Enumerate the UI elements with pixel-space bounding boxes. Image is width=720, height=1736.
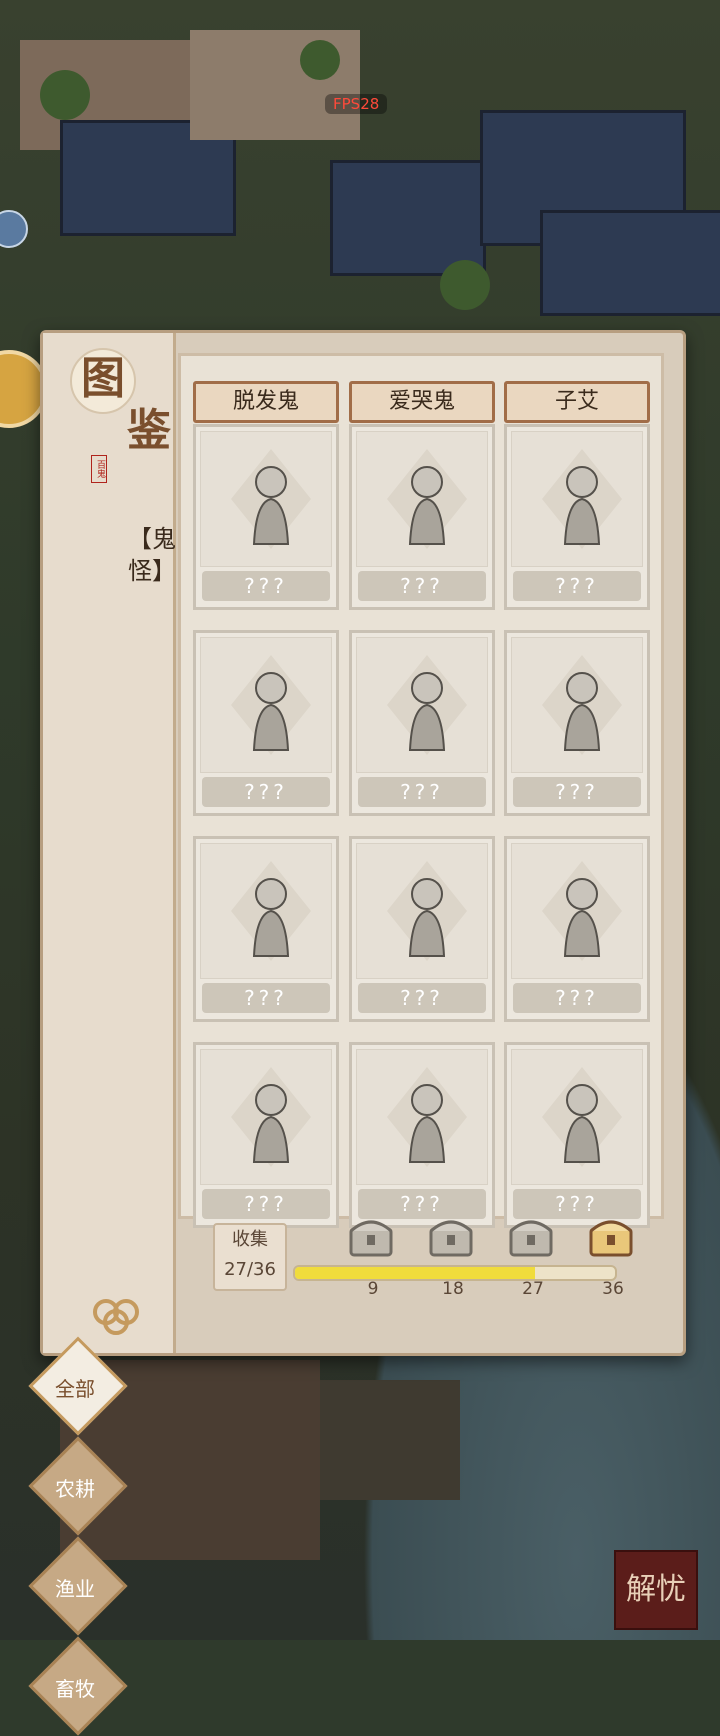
hanging-ghost-icon — [387, 449, 467, 549]
milestone-label: 27 — [522, 1279, 544, 1299]
corner-stamp[interactable]: 解忧 — [614, 1550, 698, 1630]
codex-card[interactable]: ??? — [504, 1042, 650, 1228]
dock-area — [320, 1380, 460, 1500]
milestone-label: 18 — [442, 1279, 464, 1299]
card-portrait — [511, 843, 643, 979]
column-header: 子艾 — [504, 381, 650, 423]
tab-fishing-label[interactable]: 渔业 — [30, 1573, 120, 1602]
tab-farming-label[interactable]: 农耕 — [30, 1473, 120, 1502]
card-portrait — [511, 637, 643, 773]
card-label: ??? — [202, 983, 330, 1013]
seal-stamp: 百鬼 — [91, 455, 107, 483]
collect-counter: 收集 27/36 — [213, 1223, 287, 1291]
palanquin-ghost-icon — [542, 1067, 622, 1167]
title-char-2: 鉴 — [127, 405, 171, 456]
tree — [40, 70, 90, 120]
codex-card[interactable]: ??? — [504, 424, 650, 610]
sack-carrier-icon — [231, 655, 311, 755]
building-roof — [330, 160, 486, 276]
codex-spine: 图 鉴 百鬼 【鬼怪】 全部 农耕 渔业 畜牧 — [28, 333, 176, 1736]
codex-card[interactable]: ??? — [349, 630, 495, 816]
codex-panel: 图 鉴 百鬼 【鬼怪】 全部 农耕 渔业 畜牧 脱发鬼 爱哭鬼 子艾 ?????… — [28, 330, 686, 1736]
tab-all-label[interactable]: 全部 — [30, 1373, 120, 1402]
ghost-scholar-icon — [231, 449, 311, 549]
column-header: 脱发鬼 — [193, 381, 339, 423]
card-label: ??? — [513, 983, 641, 1013]
fps-counter: FPS28 — [325, 94, 388, 114]
codex-card[interactable]: ??? — [349, 1042, 495, 1228]
card-label: ??? — [358, 983, 486, 1013]
card-label: ??? — [513, 571, 641, 601]
monk-staff-icon — [387, 655, 467, 755]
codex-card[interactable]: ??? — [193, 630, 339, 816]
codex-card[interactable]: ??? — [349, 836, 495, 1022]
card-portrait — [356, 1049, 488, 1185]
bunny-figure-icon — [387, 861, 467, 961]
tab-herding-label[interactable]: 畜牧 — [30, 1673, 120, 1702]
milestone-label: 36 — [602, 1279, 624, 1299]
card-portrait — [200, 843, 332, 979]
title-char-1: 图 — [81, 353, 125, 404]
card-label: ??? — [358, 777, 486, 807]
codex-card[interactable]: ??? — [349, 424, 495, 610]
collect-count: 27/36 — [224, 1259, 276, 1280]
card-label: ??? — [202, 777, 330, 807]
codex-card[interactable]: ??? — [193, 836, 339, 1022]
tree — [300, 40, 340, 80]
dancer-fan-icon — [542, 655, 622, 755]
codex-card[interactable]: ??? — [193, 424, 339, 610]
white-robe-ghost-icon — [387, 1067, 467, 1167]
reward-chest-icon[interactable] — [347, 1213, 395, 1259]
category-label: 【鬼怪】 — [128, 525, 176, 585]
card-label: ??? — [202, 1189, 330, 1219]
card-portrait — [200, 637, 332, 773]
girl-bun-icon — [542, 449, 622, 549]
building-roof — [540, 210, 720, 316]
card-portrait — [200, 1049, 332, 1185]
codex-grid: 脱发鬼 爱哭鬼 子艾 ?????????????????????????????… — [178, 353, 664, 1228]
card-label: ??? — [358, 571, 486, 601]
column-header: 爱哭鬼 — [349, 381, 495, 423]
milestone-label: 9 — [367, 1279, 379, 1299]
reward-chest-icon[interactable] — [507, 1213, 555, 1259]
codex-card[interactable]: ??? — [193, 1042, 339, 1228]
fortune-god-icon — [231, 1067, 311, 1167]
warrior-dragon-icon — [542, 861, 622, 961]
card-label: ??? — [513, 777, 641, 807]
collect-label: 收集 — [232, 1229, 268, 1250]
card-portrait — [511, 431, 643, 567]
card-portrait — [200, 431, 332, 567]
collect-progress-fill — [295, 1267, 535, 1279]
codex-title: 图 鉴 百鬼 — [67, 343, 187, 483]
tree — [440, 260, 490, 310]
card-portrait — [356, 431, 488, 567]
reward-chest-icon[interactable] — [427, 1213, 475, 1259]
codex-card[interactable]: ??? — [504, 630, 650, 816]
rabbit-maiden-icon — [231, 861, 311, 961]
card-portrait — [356, 843, 488, 979]
card-label: ??? — [202, 571, 330, 601]
card-portrait — [511, 1049, 643, 1185]
codex-card[interactable]: ??? — [504, 836, 650, 1022]
card-portrait — [356, 637, 488, 773]
knot-ornament-icon — [93, 1299, 139, 1335]
reward-chest-gold-icon[interactable] — [587, 1213, 635, 1259]
